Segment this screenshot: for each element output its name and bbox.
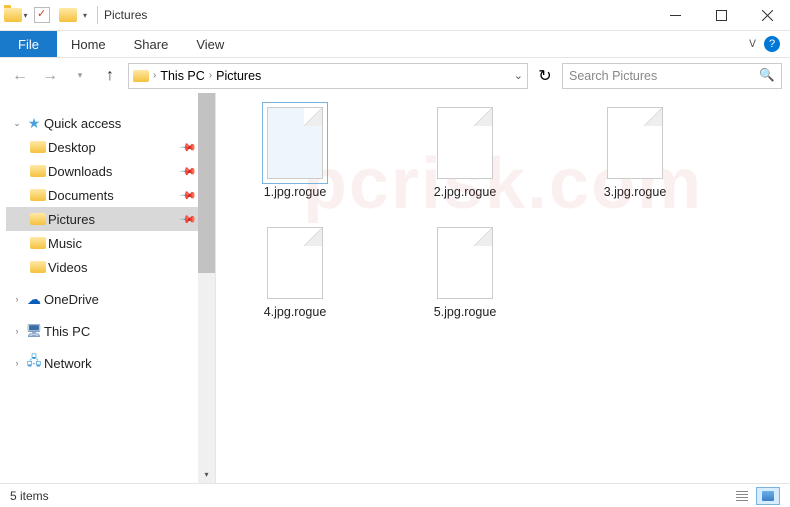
forward-button[interactable]: → [38, 64, 62, 88]
maximize-button[interactable] [698, 0, 744, 31]
qat-customize-icon[interactable]: ▾ [83, 11, 87, 20]
network-node[interactable]: ›🖧Network [6, 351, 215, 375]
breadcrumb-current[interactable]: Pictures [216, 69, 261, 83]
pin-icon: 📌 [179, 138, 198, 157]
address-dropdown-icon[interactable]: ⌄ [514, 69, 523, 82]
sidebar-item-label: Downloads [48, 164, 112, 179]
sidebar-item-downloads[interactable]: Downloads 📌 [6, 159, 215, 183]
close-button[interactable] [744, 0, 790, 31]
file-name: 4.jpg.rogue [264, 305, 327, 319]
search-input[interactable]: Search Pictures 🔍 [562, 63, 782, 89]
back-button[interactable]: ← [8, 64, 32, 88]
file-name: 5.jpg.rogue [434, 305, 497, 319]
file-name: 2.jpg.rogue [434, 185, 497, 199]
minimize-button[interactable] [652, 0, 698, 31]
thispc-label: This PC [44, 324, 90, 339]
properties-icon[interactable] [30, 3, 54, 27]
file-icon [437, 227, 493, 299]
scroll-down-icon[interactable]: ▾ [198, 466, 215, 483]
file-icon [267, 227, 323, 299]
sidebar-item-pictures[interactable]: Pictures 📌 [6, 207, 215, 231]
file-tab[interactable]: File [0, 31, 57, 57]
file-item[interactable]: 4.jpg.rogue [240, 227, 350, 319]
quick-access-toolbar: ▾ ▾ [0, 3, 91, 27]
file-name: 1.jpg.rogue [264, 185, 327, 199]
navigation-bar: ← → ▾ ↑ › This PC › Pictures ⌄ ↻ Search … [0, 57, 790, 93]
chevron-right-icon: › [209, 70, 212, 81]
folder-icon [133, 70, 149, 82]
search-icon: 🔍 [759, 68, 775, 83]
large-icons-view-button[interactable] [756, 487, 780, 505]
sidebar-item-label: Music [48, 236, 82, 251]
onedrive-label: OneDrive [44, 292, 99, 307]
window-title: Pictures [104, 8, 147, 22]
tab-share[interactable]: Share [120, 31, 183, 57]
pin-icon: 📌 [179, 186, 198, 205]
new-folder-icon[interactable] [56, 3, 80, 27]
up-button[interactable]: ↑ [98, 64, 122, 88]
tab-home[interactable]: Home [57, 31, 120, 57]
sidebar-item-label: Pictures [48, 212, 95, 227]
file-icon [267, 107, 323, 179]
title-bar: ▾ ▾ Pictures [0, 0, 790, 31]
scrollbar-thumb[interactable] [198, 93, 215, 273]
refresh-button[interactable]: ↻ [534, 65, 556, 87]
ribbon: File Home Share View ᐯ ? [0, 31, 790, 57]
network-label: Network [44, 356, 92, 371]
details-view-button[interactable] [730, 487, 754, 505]
thispc-node[interactable]: ›🖥This PC [6, 319, 215, 343]
sidebar-item-label: Documents [48, 188, 114, 203]
sidebar-item-documents[interactable]: Documents 📌 [6, 183, 215, 207]
file-list[interactable]: pcrisk.com 1.jpg.rogue2.jpg.rogue3.jpg.r… [216, 93, 790, 483]
sidebar-item-videos[interactable]: Videos [6, 255, 215, 279]
quick-access-node[interactable]: ⌄★Quick access [6, 111, 215, 135]
app-icon[interactable]: ▾ [4, 3, 28, 27]
sidebar-item-label: Desktop [48, 140, 96, 155]
quick-access-label: Quick access [44, 116, 121, 131]
chevron-right-icon: › [153, 70, 156, 81]
status-bar: 5 items [0, 483, 790, 507]
collapse-ribbon-icon[interactable]: ᐯ [749, 39, 756, 50]
separator [97, 6, 98, 24]
breadcrumb-root[interactable]: This PC [160, 69, 204, 83]
sidebar-item-label: Videos [48, 260, 88, 275]
address-bar[interactable]: › This PC › Pictures ⌄ [128, 63, 528, 89]
file-item[interactable]: 2.jpg.rogue [410, 107, 520, 199]
help-icon[interactable]: ? [764, 36, 780, 52]
file-icon [607, 107, 663, 179]
search-placeholder: Search Pictures [569, 69, 759, 83]
item-count: 5 items [10, 489, 49, 503]
file-item[interactable]: 1.jpg.rogue [240, 107, 350, 199]
file-name: 3.jpg.rogue [604, 185, 667, 199]
pin-icon: 📌 [179, 162, 198, 181]
recent-locations-icon[interactable]: ▾ [68, 64, 92, 88]
onedrive-node[interactable]: ›☁OneDrive [6, 287, 215, 311]
sidebar-item-music[interactable]: Music [6, 231, 215, 255]
sidebar-item-desktop[interactable]: Desktop 📌 [6, 135, 215, 159]
pin-icon: 📌 [179, 210, 198, 229]
tab-view[interactable]: View [182, 31, 238, 57]
file-item[interactable]: 5.jpg.rogue [410, 227, 520, 319]
file-item[interactable]: 3.jpg.rogue [580, 107, 690, 199]
navigation-pane: ⌄★Quick access Desktop 📌 Downloads 📌 Docum… [0, 93, 216, 483]
file-icon [437, 107, 493, 179]
